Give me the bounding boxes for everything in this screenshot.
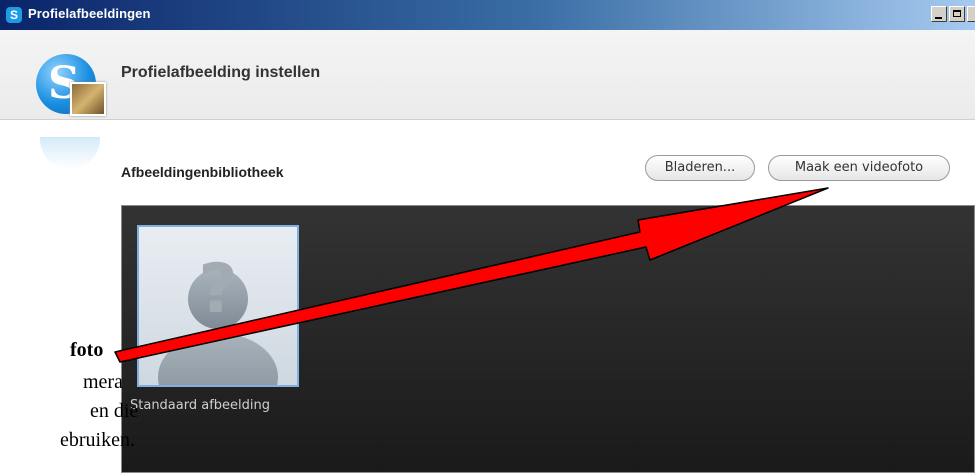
default-image-caption: Standaard afbeelding (130, 398, 270, 413)
profile-photo-thumbnail (70, 82, 106, 116)
annotation-line-1: mera (83, 371, 123, 393)
annotation-line-2: en die (90, 400, 139, 422)
default-image-tile[interactable]: ? (137, 225, 299, 421)
maximize-button[interactable] (949, 6, 965, 22)
annotation-line-3: ebruiken. (60, 429, 135, 451)
close-button[interactable] (967, 6, 975, 22)
question-mark: ? (198, 250, 237, 329)
browse-button[interactable]: Bladeren... (645, 155, 755, 181)
title-bar: S Profielafbeeldingen (0, 0, 975, 30)
default-avatar-icon: ? (158, 250, 278, 421)
minimize-button[interactable] (931, 6, 947, 22)
dialog-header: Profielafbeelding instellen (0, 30, 975, 120)
logo-reflection (40, 137, 100, 169)
take-video-photo-button[interactable]: Maak een videofoto (768, 155, 950, 181)
library-heading: Afbeeldingenbibliotheek (121, 164, 284, 180)
annotation-line-bold: foto (70, 339, 104, 361)
skype-app-icon: S (6, 7, 22, 23)
window-title: Profielafbeeldingen (28, 6, 151, 21)
page-title: Profielafbeelding instellen (121, 64, 321, 81)
